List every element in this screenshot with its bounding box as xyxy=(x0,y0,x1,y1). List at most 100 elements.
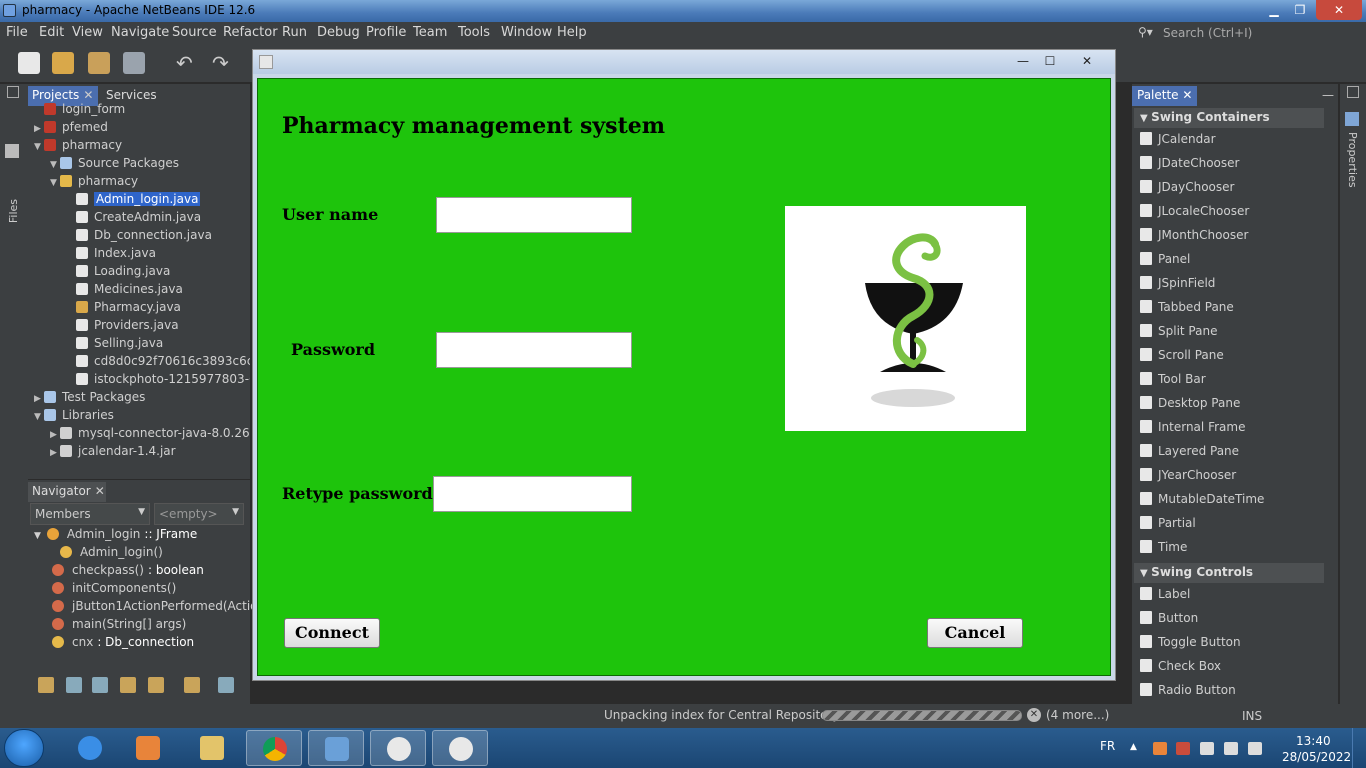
restore-window-group-icon[interactable] xyxy=(1347,86,1359,98)
tab-navigator[interactable]: Navigator ✕ xyxy=(28,482,106,502)
tree-item[interactable]: istockphoto-1215977803-61 xyxy=(66,372,250,390)
menu-file[interactable]: File xyxy=(6,25,28,40)
chevron-down-icon[interactable]: ▼ xyxy=(50,160,60,170)
chevron-down-icon[interactable]: ▼ xyxy=(34,412,44,422)
language-indicator[interactable]: FR xyxy=(1100,739,1115,753)
minimize-panel-icon[interactable]: — xyxy=(1322,88,1334,102)
tree-item[interactable]: ▶ mysql-connector-java-8.0.26.ja xyxy=(50,426,250,444)
chevron-down-icon[interactable]: ▼ xyxy=(1140,113,1151,124)
tree-item[interactable]: Selling.java xyxy=(66,336,163,354)
tree-item[interactable]: ▶ Test Packages xyxy=(34,390,145,408)
chevron-down-icon[interactable]: ▼ xyxy=(1140,568,1151,579)
new-project-icon[interactable] xyxy=(52,52,74,74)
taskbar-internet-explorer[interactable] xyxy=(62,730,118,766)
chevron-right-icon[interactable]: ▶ xyxy=(34,124,44,134)
clock-date[interactable]: 28/05/2022 xyxy=(1282,750,1351,764)
palette-item[interactable]: Time xyxy=(1140,540,1187,560)
menu-window[interactable]: Window xyxy=(501,25,552,40)
menu-profile[interactable]: Profile xyxy=(366,25,406,40)
palette-item[interactable]: JCalendar xyxy=(1140,132,1216,152)
palette-item[interactable]: Toggle Button xyxy=(1140,635,1241,655)
taskbar-file-explorer[interactable] xyxy=(184,730,240,766)
tab-palette[interactable]: Palette ✕ xyxy=(1132,86,1198,106)
tree-item[interactable]: Admin_login.java xyxy=(66,192,201,210)
redo-icon[interactable]: ↷ xyxy=(212,52,234,74)
menu-team[interactable]: Team xyxy=(413,25,447,40)
filter-fields-icon[interactable] xyxy=(66,677,82,693)
tree-item[interactable]: ▶ jcalendar-1.4.jar xyxy=(50,444,176,462)
menu-view[interactable]: View xyxy=(72,25,103,40)
menu-debug[interactable]: Debug xyxy=(317,25,360,40)
palette-item[interactable]: JLocaleChooser xyxy=(1140,204,1249,224)
tree-item[interactable]: ▼ pharmacy xyxy=(50,174,138,192)
palette-item[interactable]: Desktop Pane xyxy=(1140,396,1240,416)
close-icon[interactable]: ✕ xyxy=(83,88,93,102)
scope-filter-select[interactable]: <empty> ▼ xyxy=(154,503,244,525)
navigator-member[interactable]: main(String[] args) xyxy=(52,617,190,635)
navigator-member[interactable]: initComponents() xyxy=(52,581,180,599)
menu-run[interactable]: Run xyxy=(282,25,307,40)
action-center-icon[interactable] xyxy=(1176,742,1190,755)
menu-source[interactable]: Source xyxy=(172,25,217,40)
palette-item[interactable]: JDayChooser xyxy=(1140,180,1234,200)
network-icon[interactable] xyxy=(1224,742,1238,755)
cancel-task-icon[interactable]: ✕ xyxy=(1027,708,1041,722)
tree-item[interactable]: ▼ Libraries xyxy=(34,408,114,426)
volume-icon[interactable] xyxy=(1248,742,1262,755)
maximize-button[interactable]: ❐ xyxy=(1288,0,1312,20)
taskbar-virtualbox[interactable] xyxy=(308,730,364,766)
chevron-down-icon[interactable]: ▼ xyxy=(34,531,41,541)
chevron-right-icon[interactable]: ▶ xyxy=(50,448,60,458)
show-desktop-button[interactable] xyxy=(1352,728,1366,768)
tree-item[interactable]: Providers.java xyxy=(66,318,179,336)
open-project-icon[interactable] xyxy=(88,52,110,74)
connect-button[interactable]: Connect xyxy=(284,618,380,648)
palette-item[interactable]: Layered Pane xyxy=(1140,444,1239,464)
menu-help[interactable]: Help xyxy=(557,25,587,40)
close-icon[interactable]: ✕ xyxy=(1182,88,1192,102)
palette-item[interactable]: Split Pane xyxy=(1140,324,1217,344)
taskbar-media-player[interactable] xyxy=(120,730,176,766)
start-button[interactable] xyxy=(4,729,44,767)
palette-item[interactable]: Internal Frame xyxy=(1140,420,1245,440)
taskbar-java-2[interactable] xyxy=(432,730,488,766)
taskbar-java-1[interactable] xyxy=(370,730,426,766)
show-hidden-icons-icon[interactable]: ▲ xyxy=(1130,742,1144,755)
filter-inherited-icon[interactable] xyxy=(148,677,164,693)
filter-static-icon[interactable] xyxy=(92,677,108,693)
save-all-icon[interactable] xyxy=(123,52,145,74)
tree-item[interactable]: ▶ pfemed xyxy=(34,120,108,138)
form-maximize-button[interactable]: ☐ xyxy=(1038,53,1062,69)
close-icon[interactable]: ✕ xyxy=(95,484,105,498)
palette-item[interactable]: Tabbed Pane xyxy=(1140,300,1234,320)
restore-window-group-icon[interactable] xyxy=(7,86,19,98)
close-button[interactable]: ✕ xyxy=(1316,0,1362,20)
new-file-icon[interactable] xyxy=(18,52,40,74)
chevron-right-icon[interactable]: ▶ xyxy=(34,394,44,404)
palette-category[interactable]: ▼ Swing Containers xyxy=(1134,108,1324,128)
members-filter-select[interactable]: Members ▼ xyxy=(30,503,150,525)
tree-item[interactable]: ▼ pharmacy xyxy=(34,138,122,156)
search-field[interactable]: ⚲▾ Search (Ctrl+I) xyxy=(1136,24,1362,42)
taskbar-chrome[interactable] xyxy=(246,730,302,766)
chevron-right-icon[interactable]: ▶ xyxy=(50,430,60,440)
sort-by-name-icon[interactable] xyxy=(218,677,234,693)
menu-tools[interactable]: Tools xyxy=(458,25,490,40)
cancel-button[interactable]: Cancel xyxy=(927,618,1023,648)
tree-item[interactable]: ▼ Source Packages xyxy=(50,156,179,174)
palette-item[interactable]: JYearChooser xyxy=(1140,468,1236,488)
tree-item[interactable]: CreateAdmin.java xyxy=(66,210,201,228)
menu-navigate[interactable]: Navigate xyxy=(111,25,169,40)
palette-item[interactable]: MutableDateTime xyxy=(1140,492,1264,512)
files-tab[interactable]: Files xyxy=(7,199,20,223)
palette-item[interactable]: Check Box xyxy=(1140,659,1221,679)
device-icon[interactable] xyxy=(1200,742,1214,755)
sort-icon[interactable] xyxy=(38,677,54,693)
palette-item[interactable]: Radio Button xyxy=(1140,683,1236,703)
navigator-member[interactable]: ▼ Admin_login:: JFrame xyxy=(34,527,197,545)
username-input[interactable] xyxy=(436,197,632,233)
palette-item[interactable]: Button xyxy=(1140,611,1198,631)
palette-item[interactable]: Scroll Pane xyxy=(1140,348,1224,368)
properties-tab[interactable]: Properties xyxy=(1346,132,1359,188)
palette-item[interactable]: JSpinField xyxy=(1140,276,1215,296)
